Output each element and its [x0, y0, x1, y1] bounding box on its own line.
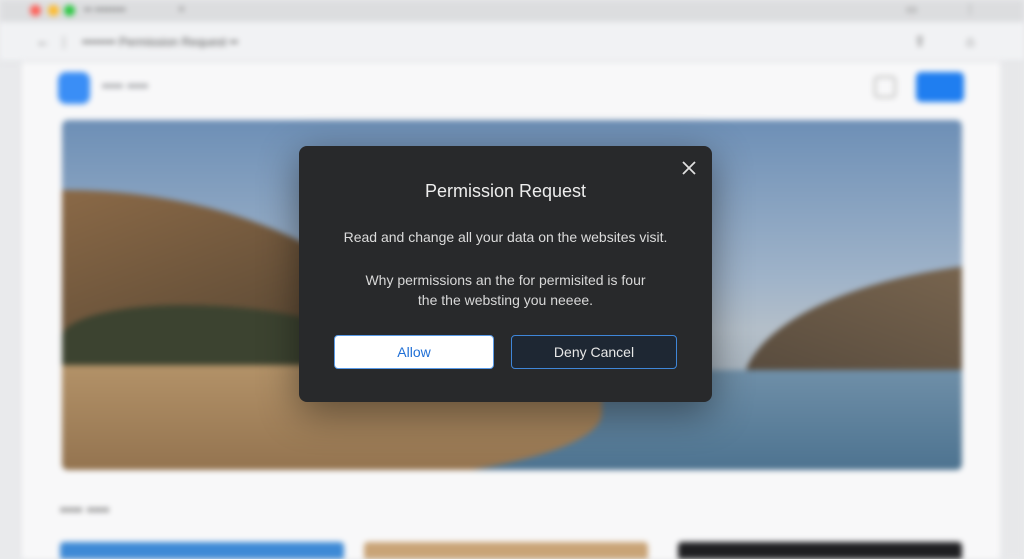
address-bar[interactable]: •••••••• Permission Request ••: [82, 31, 342, 53]
browser-toolbar: ← | •••••••• Permission Request •• ⇪ ⌂: [0, 22, 1024, 62]
window-options-icon[interactable]: ⋮: [964, 2, 976, 16]
close-icon[interactable]: [679, 158, 699, 178]
thumbnail-card[interactable]: [60, 542, 344, 559]
window-tile-icon[interactable]: ▭: [906, 2, 917, 16]
thumbnail-card[interactable]: [678, 542, 962, 559]
thumbnail-card[interactable]: [364, 542, 648, 559]
bookmark-icon[interactable]: [874, 76, 896, 98]
share-icon[interactable]: ⇪: [914, 33, 926, 50]
divider: |: [62, 33, 66, 49]
maximize-window-button[interactable]: [64, 5, 75, 16]
title-bar: •• •••••••• × ▭ ⋮: [0, 0, 1024, 22]
site-logo-icon: [58, 72, 90, 104]
lock-icon[interactable]: ⌂: [966, 33, 974, 49]
address-text: •••••••• Permission Request ••: [82, 35, 239, 49]
minimize-window-button[interactable]: [48, 5, 59, 16]
primary-action-button[interactable]: [916, 72, 964, 102]
dialog-title: Permission Request: [424, 181, 587, 201]
close-window-button[interactable]: [30, 5, 41, 16]
allow-button[interactable]: Allow: [334, 335, 494, 369]
scrollbar[interactable]: [1002, 62, 1024, 559]
dialog-description: Read and change all your data on the web…: [343, 229, 668, 245]
dialog-subtext: Why permissions an the for permisited is…: [365, 272, 646, 308]
deny-cancel-button[interactable]: Deny Cancel: [511, 335, 677, 369]
site-name: •••• ••••: [102, 78, 149, 95]
section-title: •••• ••••: [60, 502, 110, 519]
permission-dialog: Permission Request Read and change all y…: [299, 146, 712, 402]
tab-close-icon[interactable]: ×: [178, 2, 185, 16]
tab-title[interactable]: •• ••••••••: [84, 4, 126, 16]
back-icon[interactable]: ←: [36, 33, 50, 49]
